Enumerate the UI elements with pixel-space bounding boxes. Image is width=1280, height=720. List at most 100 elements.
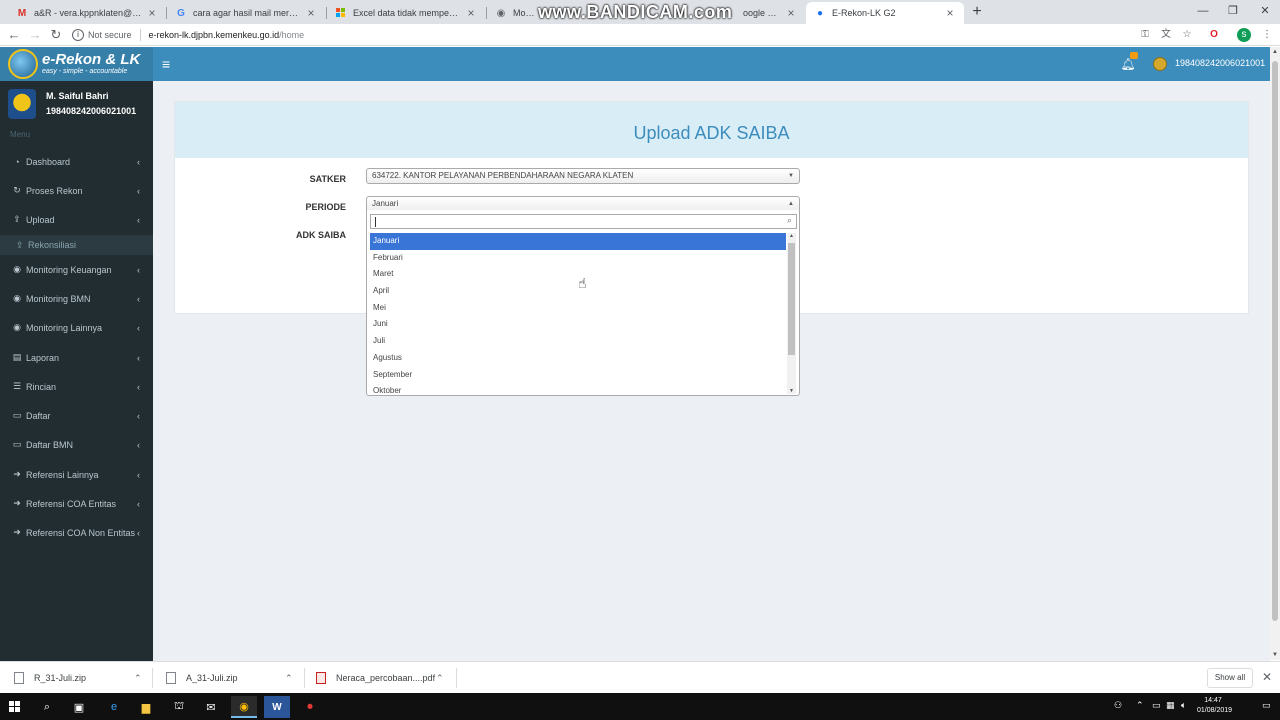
translate-icon[interactable]: 文 (1159, 28, 1173, 42)
browser-tab-google-search[interactable]: G cara agar hasil mail merge sama × (167, 2, 325, 24)
sidebar-item-referensi-coa-entitas[interactable]: ➜ Referensi COA Entitas ‹ (0, 489, 153, 518)
app-logo[interactable]: e-Rekon & LK easy - simple - accountable (0, 47, 153, 81)
option-juni[interactable]: Juni (370, 316, 786, 333)
star-icon[interactable]: ☆ (1180, 28, 1194, 42)
chrome-icon[interactable]: ◉ (231, 696, 257, 718)
people-icon[interactable]: ⚇ (1114, 700, 1122, 711)
scroll-down-icon[interactable]: ▼ (787, 388, 796, 394)
scrollbar-thumb[interactable] (788, 243, 795, 355)
eye-icon: ◉ (13, 322, 21, 332)
chevron-left-icon: ‹ (137, 293, 140, 304)
scrollbar-thumb[interactable] (1272, 61, 1278, 621)
new-tab-button[interactable]: + (968, 3, 986, 21)
battery-icon[interactable]: ▭ (1152, 700, 1161, 711)
sidebar-item-referensi-lainnya[interactable]: ➜ Referensi Lainnya ‹ (0, 460, 153, 489)
profile-avatar[interactable]: s (1237, 28, 1251, 42)
sidebar-item-proses-rekon[interactable]: ↻ Proses Rekon ‹ (0, 176, 153, 205)
close-icon[interactable]: ✕ (1262, 670, 1272, 684)
option-mei[interactable]: Mei (370, 300, 786, 317)
option-agustus[interactable]: Agustus (370, 350, 786, 367)
scroll-down-icon[interactable]: ▼ (1270, 652, 1280, 658)
sidebar-item-upload[interactable]: ⇪ Upload ‹ (0, 205, 153, 234)
file-explorer-icon[interactable]: ▆ (133, 696, 159, 718)
minimize-button[interactable]: — (1188, 0, 1218, 22)
download-item[interactable]: R_31-Juli.zip ⌃ (14, 662, 144, 694)
scroll-up-icon[interactable]: ▲ (1270, 49, 1280, 55)
scroll-up-icon[interactable]: ▲ (787, 233, 796, 239)
show-all-button[interactable]: Show all (1207, 668, 1253, 688)
header-user-id[interactable]: 198408242006021001 (1175, 58, 1265, 68)
sidebar-item-laporan[interactable]: ▤ Laporan ‹ (0, 343, 153, 372)
opera-extension-icon[interactable]: O (1207, 28, 1221, 42)
close-icon[interactable]: × (465, 6, 477, 20)
notification-badge (1130, 52, 1138, 59)
page-scrollbar[interactable]: ▲ ▼ (1270, 47, 1280, 660)
option-juli[interactable]: Juli (370, 333, 786, 350)
restore-button[interactable]: ❐ (1218, 0, 1248, 22)
notification-center-icon[interactable]: ▭ (1262, 700, 1271, 711)
forward-button[interactable]: → (27, 26, 43, 44)
sidebar-item-monitoring-lainnya[interactable]: ◉ Monitoring Lainnya ‹ (0, 313, 153, 342)
arrow-icon: ➜ (13, 498, 21, 508)
chevron-up-icon[interactable]: ⌃ (285, 673, 293, 684)
info-icon[interactable]: i (72, 29, 84, 41)
network-icon[interactable]: ▦ (1166, 700, 1175, 711)
satker-select[interactable]: 634722. KANTOR PELAYANAN PERBENDAHARAAN … (366, 168, 800, 184)
close-icon[interactable]: × (785, 6, 797, 20)
task-view-icon[interactable]: ▣ (66, 696, 92, 718)
file-icon: ▭ (12, 410, 22, 420)
eye-icon: ◉ (13, 293, 21, 303)
sidebar-item-dashboard[interactable]: ◔ Dashboard ‹ (0, 147, 153, 176)
arrow-icon: ➜ (13, 527, 21, 537)
chevron-left-icon: ‹ (137, 156, 140, 167)
option-januari[interactable]: Januari (370, 233, 786, 250)
taskbar-clock[interactable]: 14:47 01/08/2019 (1197, 696, 1232, 716)
key-icon[interactable]: ⚿ (1138, 28, 1152, 42)
sidebar-item-rincian[interactable]: ☰ Rincian ‹ (0, 372, 153, 401)
back-button[interactable]: ← (6, 26, 22, 44)
sidebar-item-daftar[interactable]: ▭ Daftar ‹ (0, 401, 153, 430)
option-februari[interactable]: Februari (370, 250, 786, 267)
app-header: e-Rekon & LK easy - simple - accountable… (0, 47, 1270, 81)
option-oktober[interactable]: Oktober (370, 383, 786, 394)
close-icon[interactable]: × (305, 6, 317, 20)
search-icon[interactable]: ⌕ (34, 696, 60, 718)
download-item[interactable]: Neraca_percobaan....pdf ⌃ (316, 662, 448, 694)
bandicam-icon[interactable]: ⏺ (297, 696, 323, 718)
clock-time: 14:47 (1204, 697, 1222, 704)
word-icon[interactable]: W (264, 696, 290, 718)
windows-start-icon[interactable] (2, 696, 28, 718)
dropdown-search-input[interactable]: ⌕ (370, 214, 797, 229)
sidebar-item-referensi-coa-non-entitas[interactable]: ➜ Referensi COA Non Entitas ‹ (0, 518, 153, 547)
window-close-button[interactable]: ✕ (1250, 0, 1280, 22)
dropdown-scrollbar[interactable]: ▲ ▼ (787, 233, 796, 394)
browser-tab-erekon[interactable]: ● E-Rekon-LK G2 × (806, 2, 964, 24)
browser-tab-google-nggolo[interactable]: oogle Nggolo × (735, 2, 805, 24)
hamburger-menu-icon[interactable]: ≡ (162, 55, 174, 73)
volume-icon[interactable]: 🔈︎ (1181, 700, 1186, 711)
chevron-up-icon[interactable]: ⌃ (134, 673, 142, 684)
download-divider (152, 668, 153, 688)
url-field[interactable]: i Not secure e-rekon-lk.djpbn.kemenkeu.g… (72, 26, 1112, 44)
sidebar-item-daftar-bmn[interactable]: ▭ Daftar BMN ‹ (0, 430, 153, 459)
chevron-up-icon[interactable]: ⌃ (1136, 700, 1144, 711)
reload-button[interactable]: ↻ (48, 26, 64, 44)
download-item[interactable]: A_31-Juli.zip ⌃ (166, 662, 296, 694)
close-icon[interactable]: × (146, 6, 158, 20)
edge-icon[interactable]: e (101, 696, 127, 718)
user-emblem-icon[interactable] (1153, 57, 1167, 71)
browser-tab-excel[interactable]: Excel data tidak mempertahankan × (327, 2, 485, 24)
logo-title: e-Rekon & LK (42, 51, 141, 68)
url-divider (139, 29, 141, 41)
menu-dots-icon[interactable]: ⋮ (1260, 28, 1274, 42)
store-icon[interactable]: ⛫ (166, 696, 192, 718)
chevron-left-icon: ‹ (137, 352, 140, 363)
mail-icon[interactable]: ✉ (198, 696, 224, 718)
sidebar-subitem-rekonsiliasi[interactable]: ⇪ Rekonsiliasi (0, 235, 153, 255)
option-september[interactable]: September (370, 367, 786, 384)
browser-tab-gmail[interactable]: M a&R - vera.kppnklaten@gmail.com × (8, 2, 166, 24)
chevron-up-icon[interactable]: ⌃ (436, 673, 444, 684)
close-icon[interactable]: × (944, 6, 956, 20)
sidebar-item-monitoring-keuangan[interactable]: ◉ Monitoring Keuangan ‹ (0, 255, 153, 284)
sidebar-item-monitoring-bmn[interactable]: ◉ Monitoring BMN ‹ (0, 284, 153, 313)
